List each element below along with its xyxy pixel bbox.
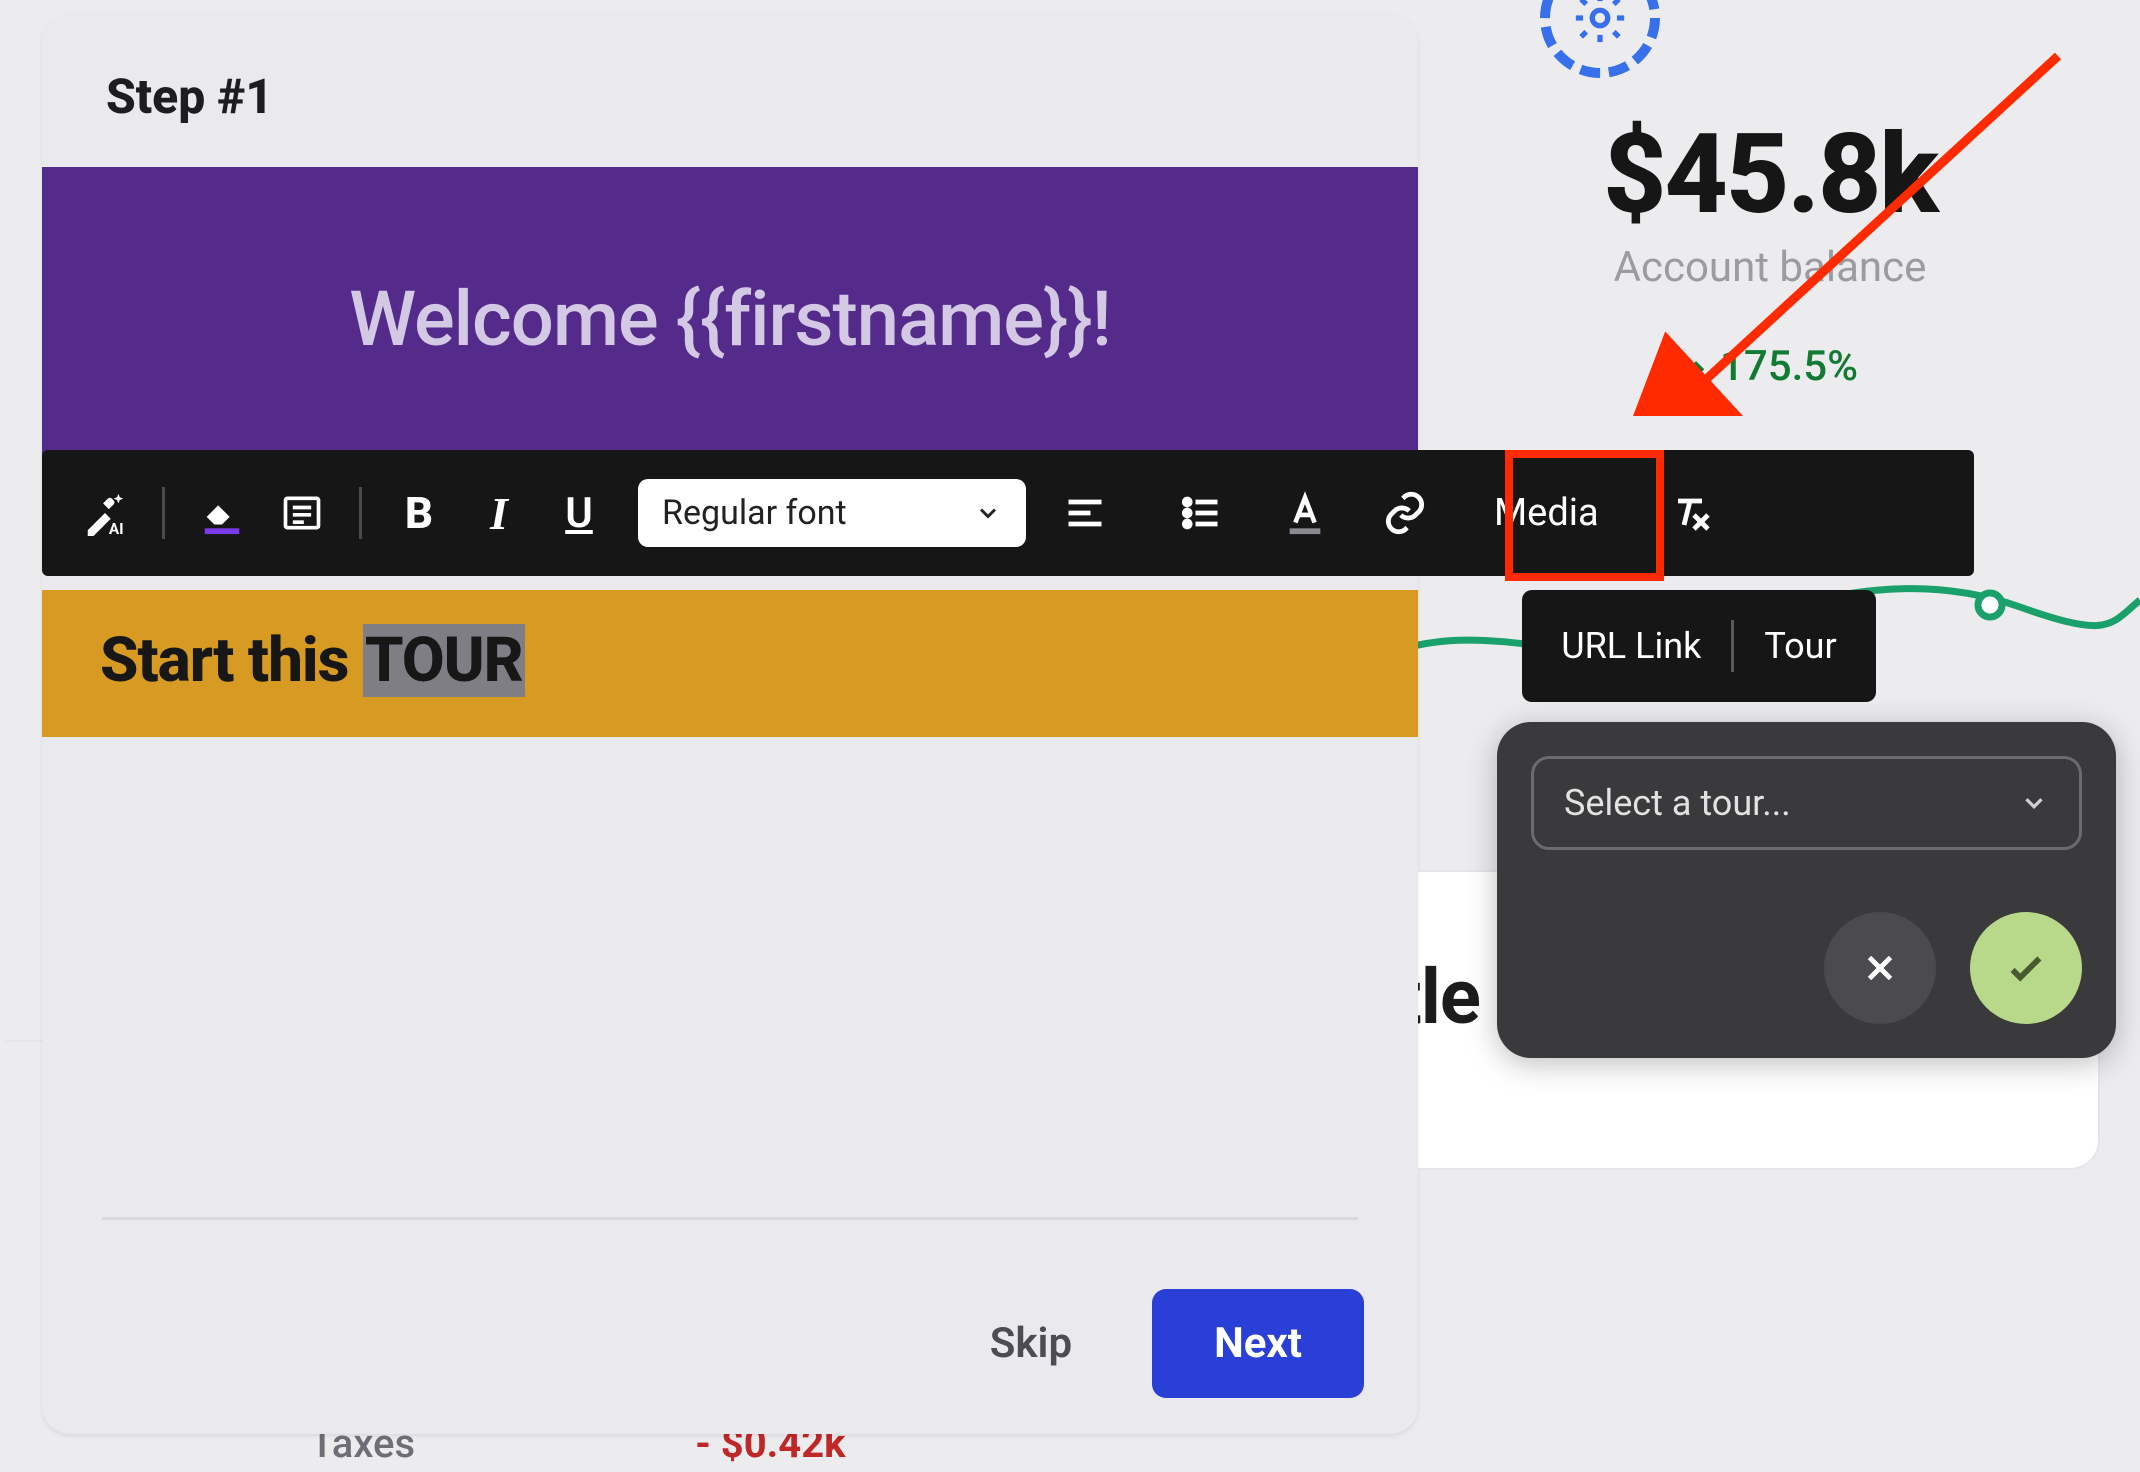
panel-header: Step #1	[42, 14, 1418, 167]
strip-text: Start this TOUR	[100, 624, 525, 697]
media-button[interactable]: Media	[1478, 491, 1615, 535]
content-strip[interactable]: Start this TOUR	[42, 590, 1418, 737]
clear-format-icon[interactable]	[1655, 478, 1725, 548]
balance-amount: $45.8k	[1460, 110, 2080, 239]
cancel-button[interactable]	[1824, 912, 1936, 1024]
confirm-button[interactable]	[1970, 912, 2082, 1024]
ai-magic-icon[interactable]: AI	[70, 478, 140, 548]
italic-icon[interactable]: I	[464, 478, 534, 548]
link-option-tour[interactable]: Tour	[1758, 617, 1842, 675]
text-color-icon[interactable]	[1270, 478, 1340, 548]
underline-icon[interactable]: U	[544, 478, 614, 548]
background-icon[interactable]	[267, 478, 337, 548]
toolbar-separator	[359, 487, 362, 539]
toolbar-separator	[162, 487, 165, 539]
highlight-color-icon[interactable]	[187, 478, 257, 548]
footer-divider	[102, 1217, 1358, 1220]
hero-banner[interactable]: Welcome {{firstname}}!	[42, 167, 1418, 471]
step-editor-panel: Step #1 Welcome {{firstname}}! Start thi…	[42, 14, 1418, 1434]
align-icon[interactable]	[1050, 478, 1120, 548]
rich-text-toolbar: AI B I U Regular font Media	[42, 450, 1974, 576]
list-icon[interactable]	[1166, 478, 1236, 548]
balance-widget: $45.8k Account balance 175.5%	[1460, 110, 2080, 391]
skip-button[interactable]: Skip	[954, 1291, 1108, 1396]
tour-dropdown[interactable]: Select a tour...	[1531, 756, 2082, 850]
link-icon[interactable]	[1370, 478, 1440, 548]
bold-icon[interactable]: B	[384, 478, 454, 548]
selected-text: TOUR	[363, 624, 525, 697]
balance-delta: 175.5%	[1460, 342, 2080, 391]
svg-text:AI: AI	[109, 520, 124, 536]
next-button[interactable]: Next	[1152, 1289, 1364, 1398]
balance-label: Account balance	[1460, 243, 2080, 292]
tour-select-card: Select a tour...	[1497, 722, 2116, 1058]
font-select[interactable]: Regular font	[638, 479, 1026, 547]
popover-separator	[1731, 620, 1734, 672]
link-popover: URL Link Tour	[1522, 590, 1876, 702]
gear-icon	[1540, 0, 1660, 78]
link-option-url[interactable]: URL Link	[1555, 617, 1707, 675]
hero-text: Welcome {{firstname}}!	[349, 274, 1111, 364]
